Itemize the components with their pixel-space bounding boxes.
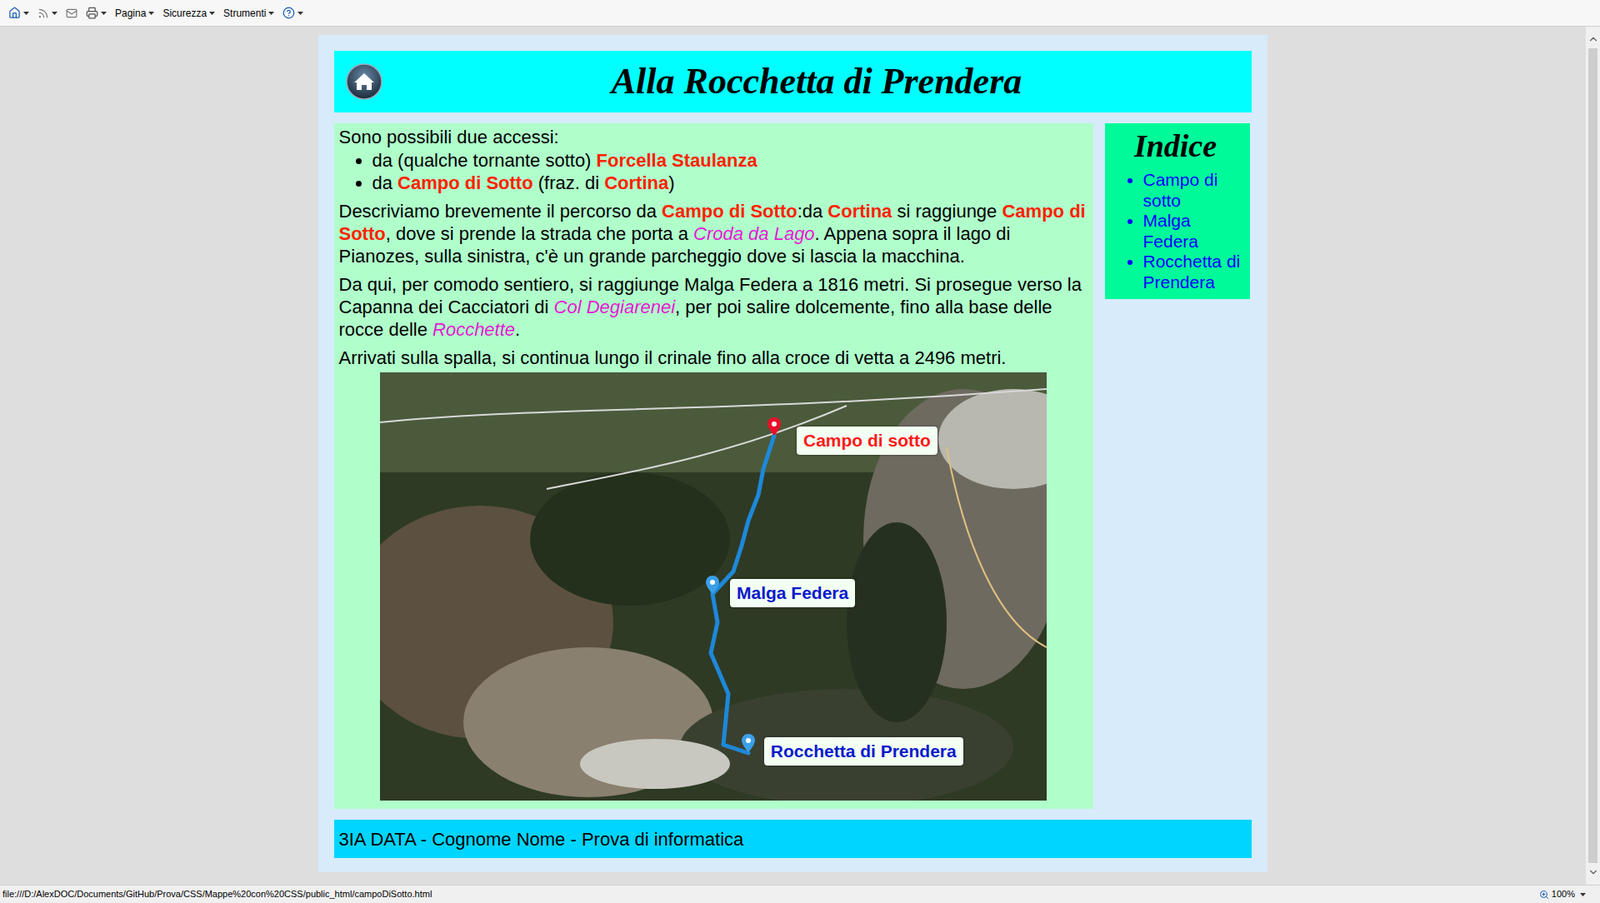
text: ): [668, 172, 675, 194]
place-name: Forcella Staulanza: [596, 150, 758, 171]
place-name: Campo di Sotto: [397, 172, 534, 194]
text: , dove si prende la strada che porta a: [385, 223, 694, 245]
landmark-name: Col Degiarenei: [554, 296, 676, 318]
text: :da: [797, 200, 829, 222]
place-name: Campo di Sotto: [661, 200, 798, 222]
text: si raggiunge: [891, 200, 1002, 222]
text: da (qualche tornante sotto): [372, 150, 597, 171]
printer-icon: [85, 6, 99, 20]
main-row: Sono possibili due accessi:da (qualche t…: [334, 123, 1252, 810]
index-list: Campo di sottoMalga FederaRocchetta di P…: [1105, 170, 1247, 293]
browser-window: Pagina Sicurezza Strumenti Alla Rocchetta d…: [0, 0, 1600, 903]
mail-button[interactable]: [65, 7, 78, 20]
text: (fraz. di: [533, 172, 605, 194]
help-button[interactable]: [282, 6, 304, 20]
home-button[interactable]: [8, 6, 30, 20]
access-item: da (qualche tornante sotto) Forcella Sta…: [372, 149, 1089, 172]
page-title: Alla Rocchetta di Prendera: [382, 60, 1252, 104]
text: .: [515, 319, 520, 340]
scrollbar[interactable]: [1585, 26, 1600, 885]
zoom-control[interactable]: 100%: [1539, 887, 1598, 902]
map-pin-label: Campo di sotto: [796, 426, 938, 455]
place-name: Cortina: [827, 200, 892, 222]
access-list: da (qualche tornante sotto) Forcella Sta…: [339, 149, 1089, 195]
text: da: [372, 172, 399, 194]
feeds-button[interactable]: [37, 7, 58, 20]
text: Descriviamo brevemente il percorso da: [339, 200, 663, 222]
route-map: Campo di sotto Malga Federa Rocchetta di P…: [380, 372, 1047, 801]
dropdown-icon: [268, 11, 275, 15]
zoom-icon: [1539, 890, 1550, 900]
content-panel: Sono possibili due accessi:da (qualche t…: [334, 123, 1094, 810]
dropdown-icon: [148, 11, 155, 15]
place-name: Cortina: [604, 172, 669, 194]
page-area: Alla Rocchetta di Prendera Sono possibili…: [0, 26, 1585, 885]
viewport: Alla Rocchetta di Prendera Sono possibili…: [0, 26, 1600, 885]
landmark-name: Croda da Lago: [693, 223, 815, 245]
scrollbar-thumb[interactable]: [1588, 48, 1598, 864]
description-paragraph: Arrivati sulla spalla, si continua lungo…: [339, 346, 1089, 370]
description-paragraph: Da qui, per comodo sentiero, si raggiung…: [339, 273, 1089, 341]
scroll-down-icon[interactable]: [1587, 866, 1600, 879]
feed-icon: [37, 7, 50, 20]
command-menu[interactable]: Sicurezza: [162, 5, 215, 21]
index-link[interactable]: Campo di sotto: [1143, 170, 1247, 211]
page-header: Alla Rocchetta di Prendera: [334, 50, 1252, 113]
home-icon: [8, 6, 21, 20]
map-pin-icon[interactable]: [741, 734, 755, 753]
description-paragraph: Descriviamo brevemente il percorso da Ca…: [339, 200, 1089, 268]
dropdown-icon: [297, 11, 304, 15]
scroll-up-icon[interactable]: [1587, 33, 1600, 45]
index-link[interactable]: Malga Federa: [1143, 210, 1247, 252]
print-button[interactable]: [85, 6, 107, 20]
index-link[interactable]: Rocchetta di Prendera: [1143, 251, 1247, 293]
map-pin-icon[interactable]: [705, 575, 720, 595]
mail-icon: [65, 7, 78, 20]
command-menu[interactable]: Pagina: [115, 5, 155, 21]
map-pin-label: Malga Federa: [730, 579, 855, 608]
text: Arrivati sulla spalla, si continua lungo…: [339, 347, 1007, 369]
map-pin-label: Rocchetta di Prendera: [764, 737, 964, 766]
home-icon[interactable]: [345, 63, 383, 100]
help-icon: [282, 6, 295, 20]
intro-paragraph: Sono possibili due accessi:: [339, 125, 1089, 149]
dropdown-icon: [209, 11, 215, 15]
index-panel: Indice Campo di sottoMalga FederaRocchett…: [1105, 123, 1250, 300]
command-bar: Pagina Sicurezza Strumenti: [0, 0, 1600, 27]
dropdown-icon: [1580, 893, 1586, 897]
access-item: da Campo di Sotto (fraz. di Cortina): [372, 171, 1089, 195]
dropdown-icon: [23, 11, 30, 15]
command-menu[interactable]: Strumenti: [223, 5, 275, 21]
page-footer: 3IA DATA - Cognome Nome - Prova di infor…: [334, 820, 1252, 859]
dropdown-icon: [51, 11, 58, 15]
index-title: Indice: [1105, 126, 1247, 165]
map-pin-icon[interactable]: [767, 417, 781, 436]
status-url: file:///D:/AlexDOC/Documents/GitHub/Prov…: [2, 887, 432, 902]
page-container: Alla Rocchetta di Prendera Sono possibili…: [318, 35, 1268, 873]
text: Sono possibili due accessi:: [339, 126, 560, 148]
status-bar: file:///D:/AlexDOC/Documents/GitHub/Prov…: [0, 885, 1600, 903]
zoom-level: 100%: [1551, 887, 1575, 902]
landmark-name: Rocchette: [432, 319, 515, 340]
dropdown-icon: [100, 11, 107, 15]
